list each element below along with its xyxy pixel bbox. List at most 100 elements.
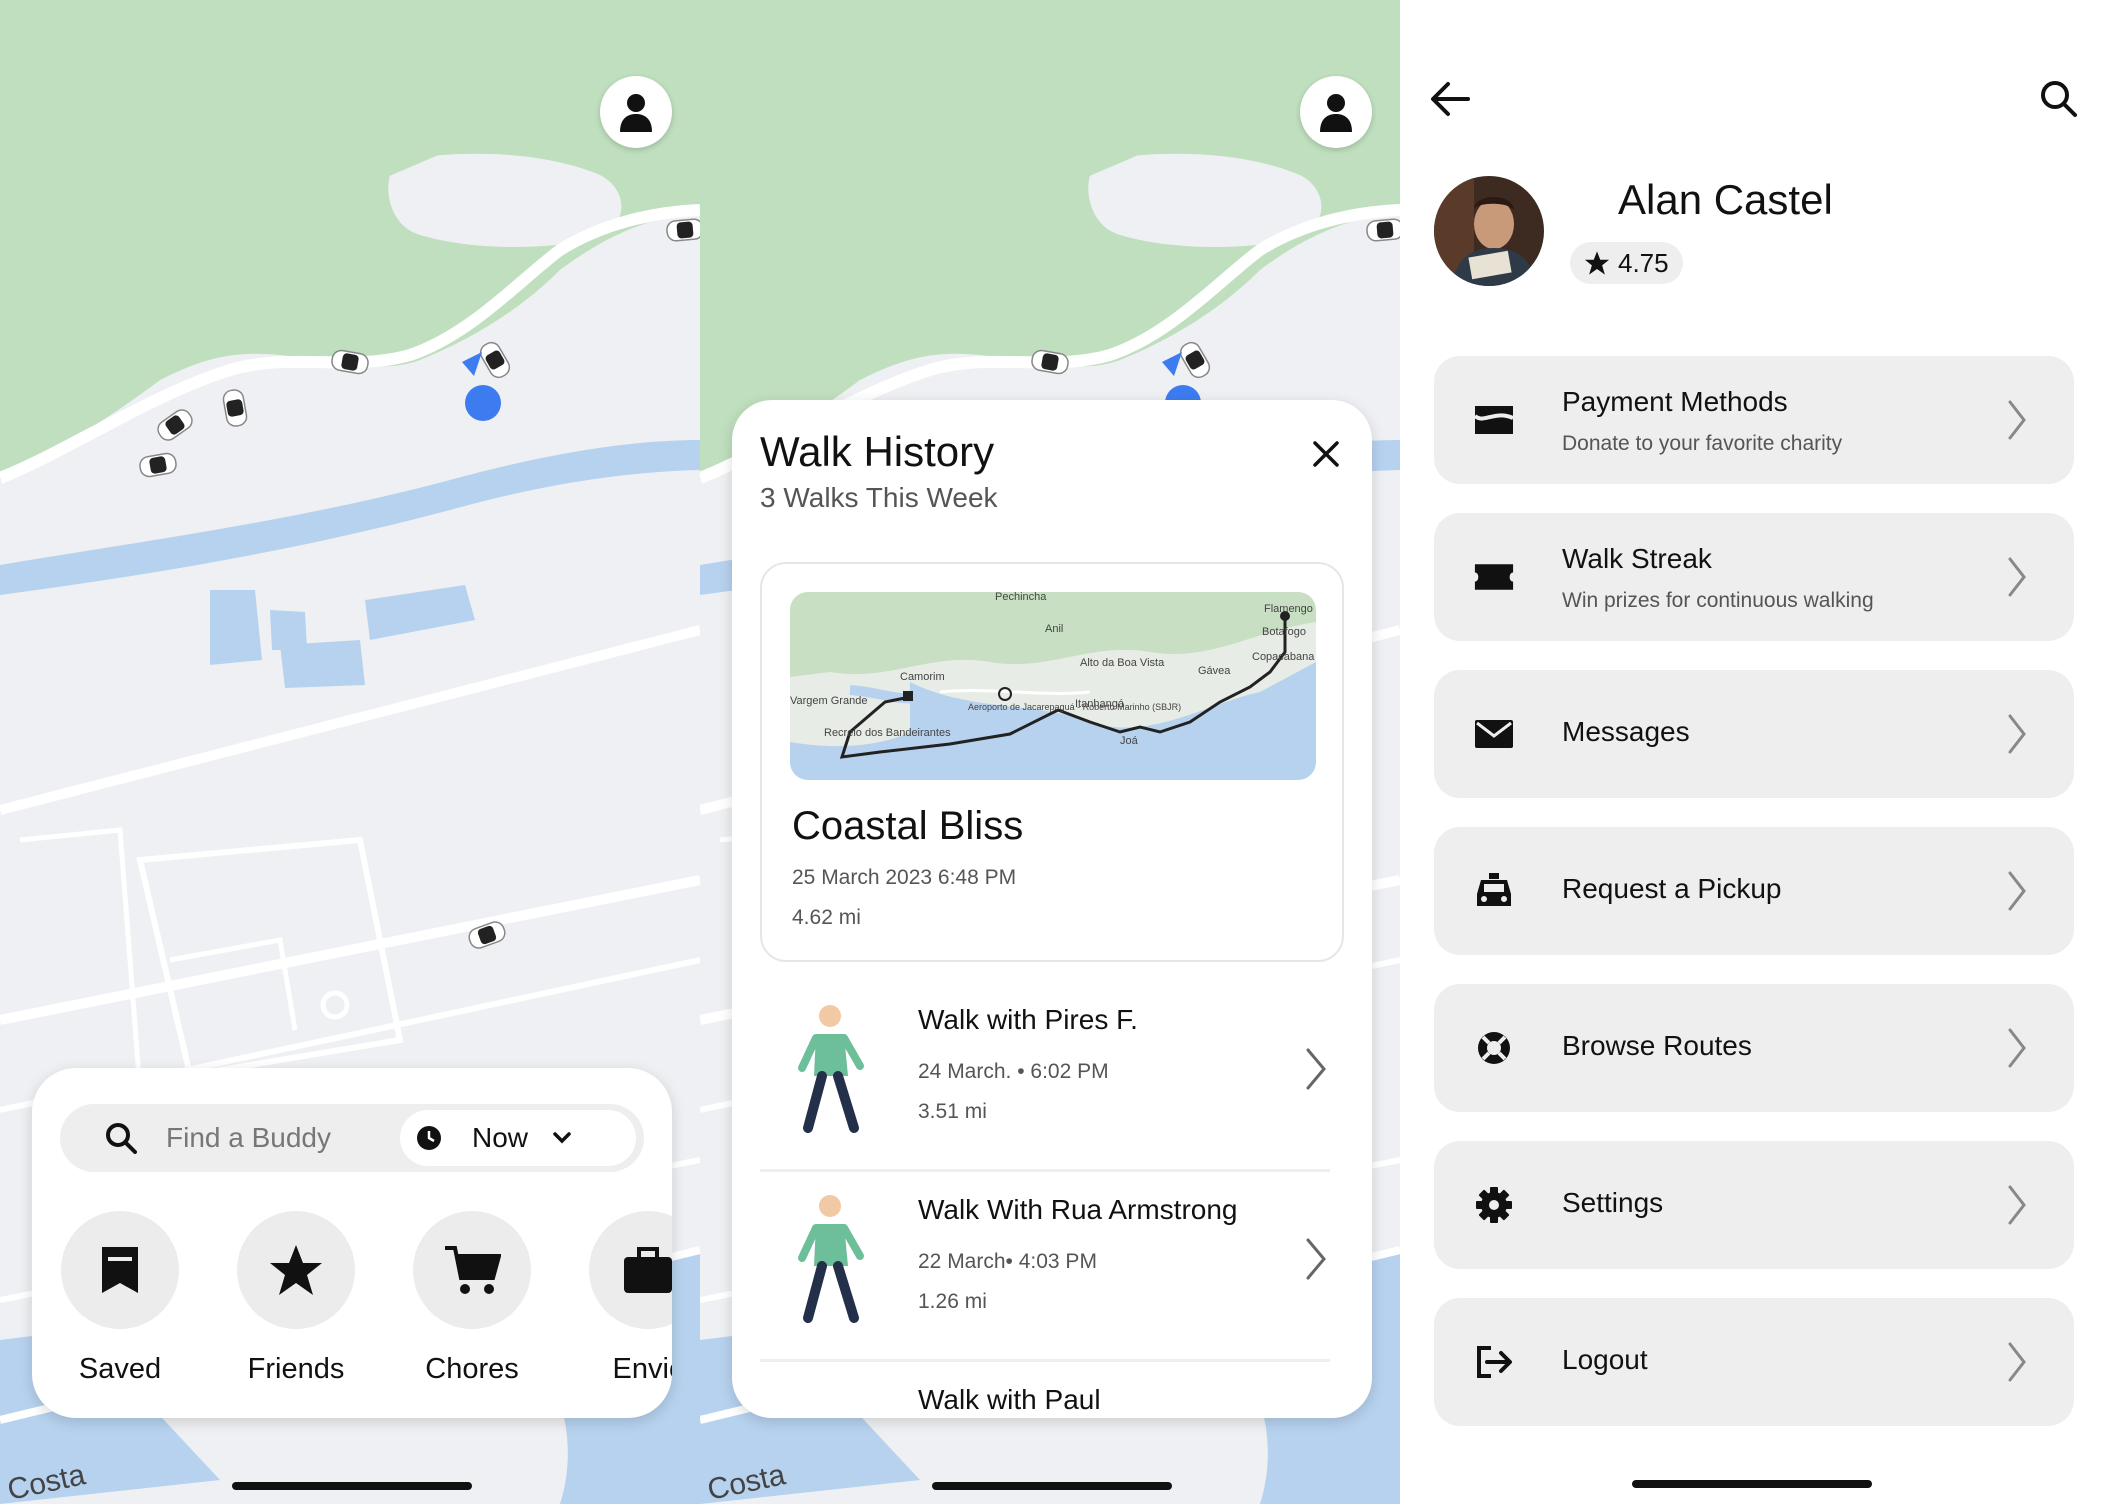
profile-screen: Alan Castel 4.75 Payment Methods Donate … bbox=[1400, 0, 2102, 1504]
rating-badge: 4.75 bbox=[1570, 242, 1683, 284]
menu-item-settings[interactable]: Settings bbox=[1434, 1141, 2074, 1269]
star-icon bbox=[1584, 251, 1610, 275]
time-label: Now bbox=[472, 1122, 529, 1153]
home-indicator bbox=[932, 1482, 1172, 1490]
profile-name: Alan Castel bbox=[1618, 176, 1833, 223]
chevron-right-icon bbox=[2008, 400, 2026, 440]
chevron-right-icon bbox=[2008, 1028, 2026, 1068]
star-icon bbox=[270, 1245, 322, 1295]
profile-button[interactable] bbox=[600, 76, 672, 148]
shortcut-chores[interactable]: Chores bbox=[412, 1211, 532, 1386]
rating-value: 4.75 bbox=[1618, 247, 1669, 278]
ticket-icon bbox=[1474, 557, 1514, 597]
sheet-title: Walk History bbox=[760, 428, 995, 475]
shortcut-label: Friends bbox=[247, 1353, 345, 1385]
shortcut-label: Chores bbox=[425, 1353, 519, 1385]
menu-label: Browse Routes bbox=[1562, 1030, 1752, 1061]
walker-icon bbox=[798, 1005, 864, 1133]
mail-icon bbox=[1474, 714, 1514, 754]
menu-item-messages[interactable]: Messages bbox=[1434, 670, 2074, 798]
back-arrow-icon[interactable] bbox=[1428, 76, 1474, 122]
featured-walk-distance: 4.62 mi bbox=[792, 906, 861, 929]
map-label: Recreio dos Bandeirantes bbox=[824, 727, 951, 739]
shortcut-friends[interactable]: Friends bbox=[236, 1211, 356, 1386]
car-icon bbox=[1365, 217, 1400, 243]
walk-history-sheet: Walk History 3 Walks This Week Pechincha… bbox=[732, 400, 1372, 1418]
search-placeholder[interactable]: Find a Buddy bbox=[166, 1122, 400, 1154]
person-icon bbox=[620, 94, 652, 132]
walk-history-screen: Costa Walk History 3 Walks This Week Pec… bbox=[700, 0, 1400, 1504]
menu-label: Request a Pickup bbox=[1562, 873, 1782, 904]
lifebuoy-icon bbox=[1474, 1028, 1514, 1068]
bookmark-icon bbox=[102, 1247, 138, 1293]
menu-item-logout[interactable]: Logout bbox=[1434, 1298, 2074, 1426]
walker-icon bbox=[798, 1195, 864, 1323]
shortcut-saved[interactable]: Saved bbox=[60, 1211, 180, 1386]
location-dot-icon bbox=[465, 385, 501, 421]
walk-title: Walk With Rua Armstrong bbox=[918, 1194, 1238, 1225]
walk-distance: 3.51 mi bbox=[918, 1100, 987, 1123]
car-icon bbox=[665, 217, 700, 243]
avatar bbox=[1434, 176, 1544, 286]
find-buddy-search[interactable]: Find a Buddy Now bbox=[60, 1104, 644, 1172]
close-button[interactable] bbox=[1306, 434, 1346, 474]
menu-label: Logout bbox=[1562, 1344, 1648, 1375]
shortcut-envic[interactable]: Envic bbox=[588, 1211, 672, 1386]
profile-button[interactable] bbox=[1300, 76, 1372, 148]
chevron-down-icon bbox=[553, 1132, 571, 1144]
menu-label: Settings bbox=[1562, 1187, 1664, 1218]
menu-sublabel: Donate to your favorite charity bbox=[1562, 432, 1843, 455]
map-label: Anil bbox=[1045, 623, 1063, 635]
taxi-icon bbox=[1474, 871, 1514, 911]
menu-sublabel: Win prizes for continuous walking bbox=[1562, 589, 1874, 612]
map-label: Alto da Boa Vista bbox=[1080, 657, 1165, 669]
chevron-right-icon bbox=[2008, 557, 2026, 597]
menu-item-walk-streak[interactable]: Walk Streak Win prizes for continuous wa… bbox=[1434, 513, 2074, 641]
map-label: Vargem Grande bbox=[790, 695, 867, 707]
chevron-right-icon bbox=[2008, 871, 2026, 911]
map-label: Botafogo bbox=[1262, 626, 1306, 638]
menu-label: Messages bbox=[1562, 716, 1690, 747]
menu-label: Payment Methods bbox=[1562, 386, 1788, 417]
menu-item-request-pickup[interactable]: Request a Pickup bbox=[1434, 827, 2074, 955]
walk-list-item[interactable]: Walk with Paul bbox=[760, 1364, 1330, 1418]
featured-walk-date: 25 March 2023 6:48 PM bbox=[792, 866, 1017, 889]
home-indicator bbox=[232, 1482, 472, 1490]
menu-item-payment-methods[interactable]: Payment Methods Donate to your favorite … bbox=[1434, 356, 2074, 484]
walk-title: Walk with Pires F. bbox=[918, 1004, 1138, 1035]
chevron-right-icon bbox=[2008, 1342, 2026, 1382]
chevron-right-icon bbox=[2008, 1185, 2026, 1225]
buddy-search-card: Find a Buddy Now Saved Friends Chores En… bbox=[32, 1068, 672, 1418]
logout-icon bbox=[1474, 1342, 1514, 1382]
walk-list-item[interactable]: Walk With Rua Armstrong 22 March• 4:03 P… bbox=[760, 1174, 1330, 1362]
walk-title: Walk with Paul bbox=[918, 1384, 1101, 1415]
shortcut-label: Envic bbox=[612, 1353, 672, 1385]
shortcut-label: Saved bbox=[78, 1353, 162, 1385]
walk-distance: 1.26 mi bbox=[918, 1290, 987, 1313]
chevron-right-icon bbox=[2008, 714, 2026, 754]
featured-walk-card[interactable]: Pechincha Anil Alto da Boa Vista Camorim… bbox=[760, 562, 1344, 962]
home-indicator bbox=[1632, 1480, 1872, 1488]
close-icon bbox=[1313, 441, 1339, 467]
search-icon bbox=[104, 1121, 138, 1155]
walk-date: 22 March• 4:03 PM bbox=[918, 1250, 1097, 1273]
featured-walk-title: Coastal Bliss bbox=[792, 804, 1024, 848]
clock-icon bbox=[417, 1126, 441, 1150]
sheet-subtitle: 3 Walks This Week bbox=[760, 482, 998, 513]
map-label: Gávea bbox=[1198, 665, 1231, 677]
chevron-right-icon bbox=[1306, 1048, 1326, 1090]
route-map-thumbnail: Pechincha Anil Alto da Boa Vista Camorim… bbox=[790, 592, 1316, 780]
person-icon bbox=[1320, 94, 1352, 132]
search-icon[interactable] bbox=[2038, 78, 2078, 118]
menu-item-browse-routes[interactable]: Browse Routes bbox=[1434, 984, 2074, 1112]
briefcase-icon bbox=[624, 1247, 672, 1293]
map-label: Flamengo bbox=[1264, 603, 1313, 615]
map-label: Camorim bbox=[900, 671, 945, 683]
cart-icon bbox=[445, 1246, 501, 1294]
walk-list-item[interactable]: Walk with Pires F. 24 March. • 6:02 PM 3… bbox=[760, 984, 1330, 1172]
map-label: Copacabana bbox=[1252, 651, 1315, 663]
menu-label: Walk Streak bbox=[1562, 543, 1712, 574]
time-selector[interactable]: Now bbox=[400, 1110, 636, 1166]
walk-date: 24 March. • 6:02 PM bbox=[918, 1060, 1109, 1083]
map-label: Itanhangá bbox=[1075, 698, 1125, 710]
